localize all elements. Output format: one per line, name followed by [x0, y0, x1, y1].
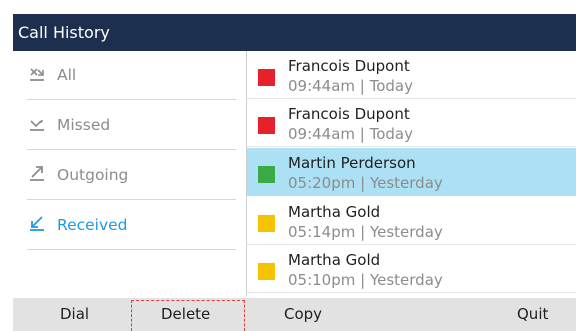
call-time: 05:20pm | Yesterday [288, 174, 443, 192]
caller-name: Martha Gold [288, 203, 381, 221]
answered-status-icon [258, 166, 275, 183]
caller-name: Martin Perderson [288, 154, 416, 172]
sidebar-item-label: All [57, 66, 77, 84]
missed-status-icon [258, 117, 275, 134]
call-history-list: Francois Dupont 09:44am | Today Francois… [247, 51, 576, 296]
call-filter-sidebar: All Missed Outgoing Received [13, 51, 246, 296]
dial-softkey[interactable]: Dial [60, 298, 89, 331]
title-bar: Call History [13, 14, 576, 51]
sidebar-item-label: Received [57, 216, 128, 234]
call-time: 09:44am | Today [288, 77, 414, 95]
received-status-icon [258, 215, 275, 232]
screen-bezel [0, 0, 13, 331]
call-time: 09:44am | Today [288, 125, 414, 143]
call-row-selected[interactable]: Martin Perderson 05:20pm | Yesterday [247, 148, 576, 196]
received-status-icon [258, 263, 275, 280]
delete-softkey[interactable]: Delete [161, 298, 210, 331]
sidebar-item-missed[interactable]: Missed [27, 101, 236, 150]
all-calls-icon [30, 68, 44, 81]
missed-call-icon [30, 120, 44, 131]
sidebar-item-label: Outgoing [57, 166, 129, 184]
sidebar-item-label: Missed [57, 116, 111, 134]
outgoing-call-icon [30, 166, 44, 181]
page-title: Call History [18, 23, 110, 42]
softkey-bar: Dial Delete Copy Quit [13, 298, 576, 331]
call-row[interactable]: Francois Dupont 09:44am | Today [247, 51, 576, 99]
sidebar-item-all[interactable]: All [27, 51, 236, 100]
quit-softkey[interactable]: Quit [517, 298, 548, 331]
caller-name: Francois Dupont [288, 57, 410, 75]
sidebar-item-outgoing[interactable]: Outgoing [27, 151, 236, 200]
call-row[interactable]: Martha Gold 05:10pm | Yesterday [247, 245, 576, 293]
missed-status-icon [258, 69, 275, 86]
call-time: 05:10pm | Yesterday [288, 271, 443, 289]
call-row[interactable]: Francois Dupont 09:44am | Today [247, 99, 576, 147]
call-row[interactable]: Martha Gold 05:14pm | Yesterday [247, 197, 576, 245]
caller-name: Francois Dupont [288, 105, 410, 123]
phone-screen: Call History All Missed Outgoing Receive… [0, 0, 576, 331]
sidebar-item-received[interactable]: Received [27, 201, 236, 250]
received-call-icon [30, 216, 44, 231]
caller-name: Martha Gold [288, 251, 381, 269]
copy-softkey[interactable]: Copy [284, 298, 322, 331]
call-time: 05:14pm | Yesterday [288, 223, 443, 241]
